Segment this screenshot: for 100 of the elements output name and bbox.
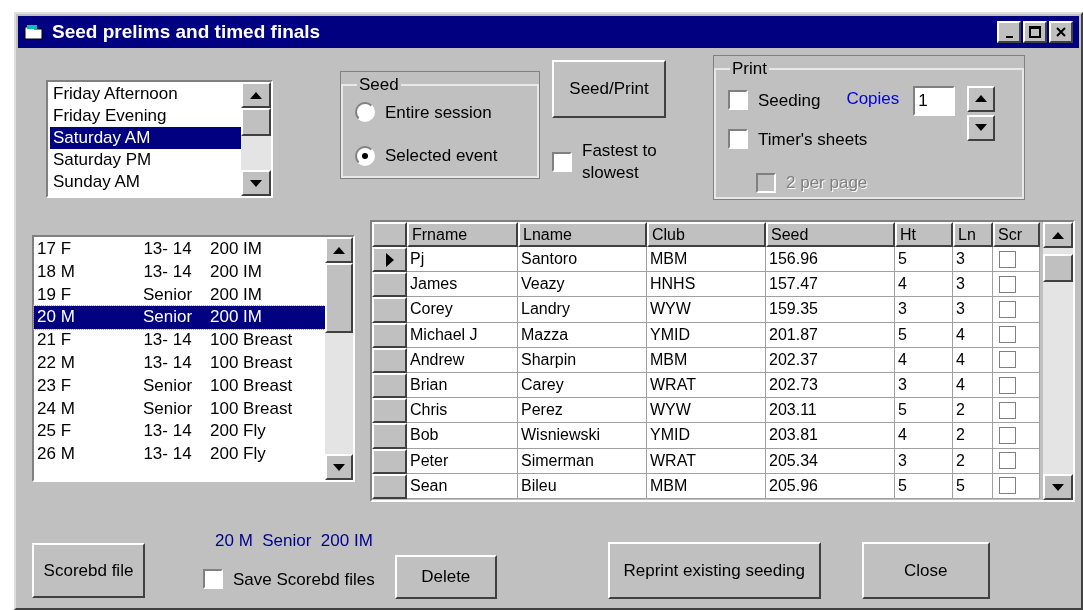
column-header[interactable]: Club [647, 222, 766, 247]
checkbox-label: Seeding [758, 89, 821, 112]
list-item[interactable]: 20 M Senior 200 IM [34, 306, 325, 330]
radio-label: Entire session [385, 101, 492, 124]
list-item[interactable]: 24 M Senior 100 Breast [34, 397, 325, 421]
table-cell: Sean [407, 473, 518, 499]
copies-label: Copies [846, 87, 900, 110]
scroll-down-button[interactable] [967, 114, 996, 141]
scratch-checkbox[interactable] [999, 300, 1016, 318]
table-cell: 201.87 [766, 322, 895, 348]
scrollbar[interactable] [325, 237, 353, 480]
list-item[interactable]: 25 F 13- 14 200 Fly [34, 420, 325, 444]
table-cell: 4 [953, 322, 993, 348]
list-item[interactable]: 23 F Senior 100 Breast [34, 374, 325, 398]
row-selector[interactable] [372, 322, 407, 348]
table-cell: 5 [895, 473, 953, 499]
table-cell: 3 [895, 448, 953, 474]
table-cell: YMID [647, 423, 766, 449]
column-header[interactable]: Frname [407, 222, 518, 247]
scroll-down-button[interactable] [325, 454, 353, 480]
table-cell: Andrew [407, 347, 518, 373]
reprint-button[interactable]: Reprint existing seeding [607, 542, 821, 599]
column-header[interactable]: Seed [766, 222, 895, 247]
scroll-thumb[interactable] [1043, 254, 1073, 282]
column-header[interactable]: Lname [518, 222, 647, 247]
table-cell: YMID [647, 322, 766, 348]
scroll-down-button[interactable] [1043, 474, 1073, 500]
seed-print-button[interactable]: Seed/Print [552, 60, 666, 118]
scroll-up-button[interactable] [967, 85, 996, 112]
list-item[interactable]: 26 M 13- 14 200 Fly [34, 443, 325, 466]
list-item[interactable]: Friday Afternoon [50, 83, 241, 105]
list-item[interactable]: 21 F 13- 14 100 Breast [34, 329, 325, 352]
row-selector[interactable] [372, 372, 407, 399]
row-selector[interactable] [372, 347, 407, 373]
down-triangle-icon [333, 463, 345, 471]
close-button[interactable]: Close [861, 542, 990, 599]
list-item[interactable]: Sunday AM [50, 171, 241, 193]
checkbox[interactable] [728, 90, 748, 111]
copies-field[interactable]: 1 [913, 85, 956, 116]
row-selector[interactable] [372, 473, 407, 499]
maximize-icon [1029, 26, 1041, 38]
row-selector[interactable] [372, 423, 407, 449]
close-button[interactable] [1049, 21, 1073, 43]
scroll-down-button[interactable] [241, 170, 271, 196]
row-selector[interactable] [372, 297, 407, 323]
scratch-checkbox[interactable] [999, 477, 1016, 495]
scratch-checkbox[interactable] [999, 401, 1016, 419]
table-cell: 159.35 [766, 297, 895, 323]
scratch-checkbox[interactable] [999, 376, 1016, 394]
table-cell: MBM [647, 347, 766, 373]
row-selector[interactable] [372, 272, 407, 298]
checkbox[interactable] [203, 569, 223, 590]
table-cell: 2 [953, 448, 993, 474]
list-item[interactable]: 22 M 13- 14 100 Breast [34, 352, 325, 375]
list-item[interactable]: Saturday AM [50, 127, 241, 149]
column-header[interactable]: Ln [953, 222, 993, 247]
scratch-checkbox[interactable] [999, 452, 1016, 470]
scratch-checkbox[interactable] [999, 351, 1016, 369]
table-cell: Bileu [518, 473, 647, 499]
scrollbar[interactable] [241, 82, 271, 196]
minimize-button[interactable] [997, 21, 1021, 43]
row-selector[interactable] [372, 398, 407, 424]
scratch-checkbox[interactable] [999, 426, 1016, 444]
table-cell: 3 [953, 297, 993, 323]
maximize-button[interactable] [1023, 21, 1047, 43]
list-item[interactable]: 18 M 13- 14 200 IM [34, 260, 325, 284]
table-cell: 202.37 [766, 347, 895, 373]
scroll-up-button[interactable] [1043, 222, 1073, 248]
checkbox-label: 2 per page [786, 172, 868, 194]
table-cell: WRAT [647, 448, 766, 474]
scratch-checkbox[interactable] [999, 326, 1016, 344]
checkbox-label: Timer's sheets [758, 128, 868, 151]
column-header[interactable]: Scr [993, 222, 1040, 247]
window-icon [24, 24, 44, 40]
table-cell: Michael J [407, 322, 518, 348]
scroll-up-button[interactable] [241, 82, 271, 108]
column-header[interactable]: Ht [895, 222, 953, 247]
table-cell: 5 [895, 322, 953, 348]
list-item[interactable]: Friday Evening [50, 105, 241, 127]
scorebd-file-button[interactable]: Scorebd file [32, 543, 145, 598]
radio-button[interactable] [355, 145, 375, 166]
table-cell: 205.96 [766, 473, 895, 499]
session-list[interactable]: Friday Afternoon Friday Evening Saturday AM Saturday PM Sunday AM [46, 80, 273, 198]
checkbox[interactable] [728, 129, 748, 150]
scrollbar[interactable] [1043, 222, 1073, 500]
scroll-up-button[interactable] [325, 237, 353, 263]
scratch-checkbox[interactable] [999, 250, 1016, 268]
row-selector[interactable] [372, 247, 407, 273]
event-list[interactable] [32, 235, 355, 482]
table-cell: MBM [647, 473, 766, 499]
list-item[interactable]: 17 F 13- 14 200 IM [34, 238, 325, 261]
radio-button[interactable] [355, 102, 375, 123]
delete-button[interactable]: Delete [394, 555, 497, 599]
scroll-thumb[interactable] [241, 108, 271, 136]
list-item[interactable]: 19 F Senior 200 IM [34, 283, 325, 307]
row-selector[interactable] [372, 448, 407, 474]
scroll-thumb[interactable] [325, 263, 353, 333]
scratch-checkbox[interactable] [999, 275, 1016, 293]
list-item[interactable]: Saturday PM [50, 149, 241, 171]
checkbox[interactable] [552, 152, 572, 172]
